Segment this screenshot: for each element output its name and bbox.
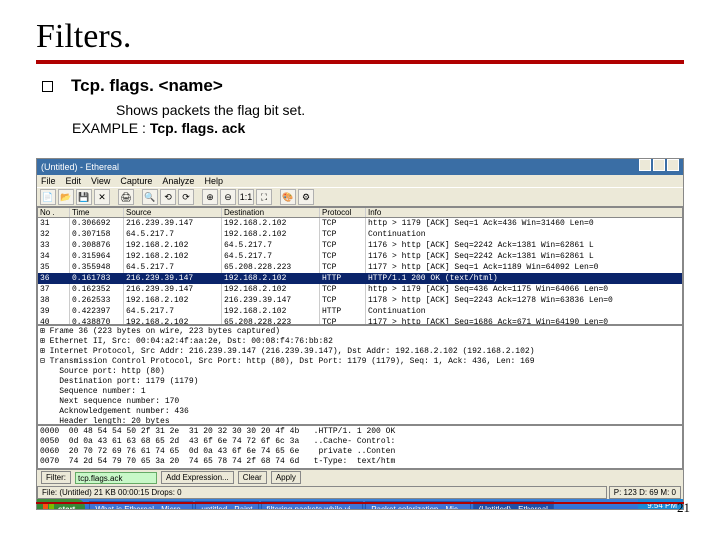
status-bar: File: (Untitled) 21 KB 00:00:15 Drops: 0… — [37, 485, 683, 499]
toolbar-button[interactable]: 🖨 — [118, 189, 134, 205]
toolbar-button[interactable]: ⟲ — [160, 189, 176, 205]
menu-analyze[interactable]: Analyze — [162, 176, 194, 186]
page-number: 21 — [677, 500, 690, 516]
toolbar-button[interactable]: 💾 — [76, 189, 92, 205]
example-prefix: EXAMPLE : — [72, 120, 150, 136]
tray-day: Thursday — [644, 510, 677, 511]
status-packets: P: 123 D: 69 M: 0 — [609, 486, 681, 499]
footer-underline — [36, 502, 684, 504]
packet-row[interactable]: 370.162352216.239.39.147192.168.2.102TCP… — [38, 284, 682, 295]
toolbar-button[interactable]: ✕ — [94, 189, 110, 205]
packet-list-pane[interactable]: No .TimeSourceDestinationProtocolInfo 31… — [37, 207, 683, 325]
toolbar-button[interactable]: ⊖ — [220, 189, 236, 205]
clear-button[interactable]: Clear — [238, 471, 267, 484]
title-underline — [36, 60, 684, 64]
slide-title: Filters. — [36, 18, 684, 56]
filter-example: EXAMPLE : Tcp. flags. ack — [72, 120, 684, 136]
menu-capture[interactable]: Capture — [120, 176, 152, 186]
bullet-square-icon — [42, 81, 53, 92]
close-icon[interactable] — [667, 159, 679, 171]
window-controls[interactable] — [637, 159, 679, 175]
filter-description: Shows packets the flag bit set. — [116, 102, 684, 118]
menu-view[interactable]: View — [91, 176, 110, 186]
toolbar-button[interactable]: 📂 — [58, 189, 74, 205]
toolbar-button[interactable]: ⚙ — [298, 189, 314, 205]
toolbar-button[interactable]: ⊕ — [202, 189, 218, 205]
column-header[interactable]: Info — [366, 208, 682, 217]
maximize-icon[interactable] — [653, 159, 665, 171]
toolbar[interactable]: 📄📂💾✕ 🖨 🔍⟲⟳ ⊕⊖1:1⛶ 🎨⚙ — [37, 187, 683, 207]
packet-list-header[interactable]: No .TimeSourceDestinationProtocolInfo — [38, 208, 682, 218]
packet-list-body[interactable]: 310.306692216.239.39.147192.168.2.102TCP… — [38, 218, 682, 325]
toolbar-button[interactable]: 📄 — [40, 189, 56, 205]
menu-edit[interactable]: Edit — [66, 176, 82, 186]
window-titlebar[interactable]: (Untitled) - Ethereal — [37, 159, 683, 175]
packet-row[interactable]: 380.262533192.168.2.102216.239.39.147TCP… — [38, 295, 682, 306]
toolbar-button[interactable]: ⟳ — [178, 189, 194, 205]
ethereal-window: (Untitled) - Ethereal File Edit View Captur… — [36, 158, 684, 510]
status-file: File: (Untitled) 21 KB 00:00:15 Drops: 0 — [37, 486, 607, 499]
apply-button[interactable]: Apply — [271, 471, 301, 484]
menu-bar[interactable]: File Edit View Capture Analyze Help — [37, 175, 683, 187]
toolbar-button[interactable]: 🔍 — [142, 189, 158, 205]
packet-row[interactable]: 360.161783216.239.39.147192.168.2.102HTT… — [38, 273, 682, 284]
column-header[interactable]: Time — [70, 208, 124, 217]
packet-row[interactable]: 390.42239764.5.217.7192.168.2.102HTTPCon… — [38, 306, 682, 317]
packet-bytes-pane[interactable]: 0000 00 48 54 54 50 2f 31 2e 31 20 32 30… — [37, 425, 683, 469]
packet-details-pane[interactable]: ⊞ Frame 36 (223 bytes on wire, 223 bytes… — [37, 325, 683, 425]
column-header[interactable]: No . — [38, 208, 70, 217]
filter-label-button[interactable]: Filter: — [41, 471, 71, 484]
start-button[interactable]: start — [37, 499, 85, 510]
filter-syntax: Tcp. flags. <name> — [71, 76, 223, 96]
packet-row[interactable]: 330.308876192.168.2.10264.5.217.7TCP1176… — [38, 240, 682, 251]
windows-logo-icon — [43, 504, 55, 511]
menu-help[interactable]: Help — [204, 176, 223, 186]
packet-row[interactable]: 310.306692216.239.39.147192.168.2.102TCP… — [38, 218, 682, 229]
column-header[interactable]: Source — [124, 208, 222, 217]
filter-input[interactable]: tcp.flags.ack — [75, 472, 157, 484]
minimize-icon[interactable] — [639, 159, 651, 171]
packet-row[interactable]: 340.315964192.168.2.10264.5.217.7TCP1176… — [38, 251, 682, 262]
column-header[interactable]: Destination — [222, 208, 320, 217]
column-header[interactable]: Protocol — [320, 208, 366, 217]
packet-row[interactable]: 350.35594864.5.217.765.208.228.223TCP117… — [38, 262, 682, 273]
packet-row[interactable]: 400.438870192.168.2.10265.208.228.223TCP… — [38, 317, 682, 325]
packet-row[interactable]: 320.30715864.5.217.7192.168.2.102TCPCont… — [38, 229, 682, 240]
add-expression-button[interactable]: Add Expression... — [161, 471, 234, 484]
menu-file[interactable]: File — [41, 176, 56, 186]
filter-toolbar[interactable]: Filter: tcp.flags.ack Add Expression... … — [37, 469, 683, 485]
toolbar-button[interactable]: ⛶ — [256, 189, 272, 205]
windows-taskbar[interactable]: start What is Ethereal - Micro...untitle… — [37, 499, 683, 510]
toolbar-button[interactable]: 1:1 — [238, 189, 254, 205]
start-label: start — [58, 505, 75, 510]
window-title: (Untitled) - Ethereal — [41, 159, 119, 175]
toolbar-button[interactable]: 🎨 — [280, 189, 296, 205]
example-value: Tcp. flags. ack — [150, 120, 245, 136]
